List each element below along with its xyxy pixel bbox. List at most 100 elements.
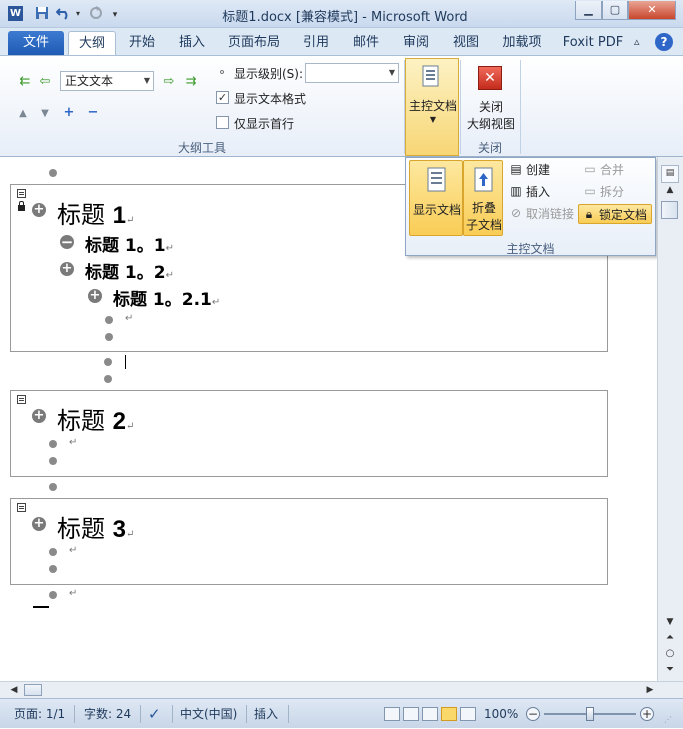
heading-1-1-2-1[interactable]: 标题 1。2.1↵ bbox=[113, 285, 220, 310]
horizontal-scroll-thumb[interactable] bbox=[24, 684, 42, 696]
scroll-up-arrow[interactable]: ▲ bbox=[661, 183, 679, 197]
resize-grip-icon[interactable]: ⋰ bbox=[664, 715, 674, 725]
split-subdocument-button[interactable]: ▭ 拆分 bbox=[580, 182, 624, 202]
merge-icon: ▭ bbox=[584, 162, 596, 176]
word-count[interactable]: 字数: 24 bbox=[84, 699, 131, 729]
page-count[interactable]: 页面: 1/1 bbox=[14, 699, 65, 729]
body-text-bullet bbox=[49, 440, 57, 448]
demote-icon[interactable]: ⇨ bbox=[162, 74, 176, 90]
scroll-right-arrow[interactable]: ▶ bbox=[644, 683, 656, 697]
move-down-icon[interactable]: ▼ bbox=[38, 106, 52, 122]
expand-plus-icon[interactable]: + bbox=[32, 409, 46, 423]
expand-plus-icon[interactable]: + bbox=[88, 289, 102, 303]
select-browse-object-icon[interactable]: ○ bbox=[661, 647, 679, 661]
show-first-line-checkbox[interactable] bbox=[216, 116, 229, 129]
zoom-out-icon[interactable]: − bbox=[526, 707, 540, 721]
tab-view[interactable]: 视图 bbox=[444, 31, 488, 55]
subdocument-3[interactable]: + 标题 3↵ ↵ bbox=[10, 498, 608, 585]
expand-plus-icon[interactable]: + bbox=[60, 262, 74, 276]
outline-level-select[interactable]: 正文文本 ▼ bbox=[60, 71, 154, 91]
customize-qat-icon[interactable]: ▾ bbox=[110, 7, 120, 23]
chevron-down-icon: ▼ bbox=[429, 115, 437, 124]
promote-to-heading1-icon[interactable]: ⇇ bbox=[16, 74, 34, 90]
unlink-subdocument-button[interactable]: ⊘ 取消链接 bbox=[506, 204, 574, 224]
insert-subdocument-button[interactable]: ▥ 插入 bbox=[506, 182, 550, 202]
insert-mode-indicator[interactable]: 插入 bbox=[254, 699, 278, 729]
body-text-bullet bbox=[49, 548, 57, 556]
create-subdocument-button[interactable]: ▤ 创建 bbox=[506, 160, 550, 180]
lock-document-button[interactable]: 🔒︎ 锁定文档 bbox=[578, 204, 652, 224]
collapse-icon[interactable]: − bbox=[86, 105, 100, 121]
move-up-icon[interactable]: ▲ bbox=[16, 106, 30, 122]
proofing-icon[interactable]: ✓ bbox=[148, 699, 161, 729]
ruler-toggle-icon[interactable]: ▤ bbox=[661, 165, 679, 183]
collapse-subdocuments-button[interactable]: 折叠 子文档 bbox=[463, 160, 503, 236]
heading-3[interactable]: 标题 3↵ bbox=[57, 509, 134, 544]
outline-tools-group-label: 大纲工具 bbox=[177, 141, 226, 155]
web-layout-view-icon[interactable] bbox=[422, 707, 438, 721]
language-indicator[interactable]: 中文(中国) bbox=[180, 699, 237, 729]
collapse-minus-icon[interactable]: − bbox=[60, 235, 74, 250]
show-level-icon: ⚬ bbox=[217, 66, 227, 79]
expand-icon[interactable]: + bbox=[62, 105, 76, 121]
tab-mailings[interactable]: 邮件 bbox=[344, 31, 388, 55]
print-layout-view-icon[interactable] bbox=[384, 707, 400, 721]
undo-icon[interactable] bbox=[55, 6, 72, 22]
scroll-left-arrow[interactable]: ◀ bbox=[8, 683, 20, 697]
status-separator bbox=[140, 705, 141, 723]
expand-plus-icon[interactable]: + bbox=[32, 203, 46, 217]
subdocument-2[interactable]: + 标题 2↵ ↵ bbox=[10, 390, 608, 477]
help-icon[interactable]: ? bbox=[655, 33, 673, 51]
full-screen-reading-view-icon[interactable] bbox=[403, 707, 419, 721]
close-window-button[interactable]: ✕ bbox=[628, 1, 676, 20]
previous-page-icon[interactable]: ⏶ bbox=[661, 631, 679, 645]
zoom-level[interactable]: 100% bbox=[484, 699, 518, 729]
subdocument-icon[interactable] bbox=[17, 503, 26, 512]
tab-outline[interactable]: 大纲 bbox=[68, 31, 116, 55]
show-level-select[interactable]: ▼ bbox=[305, 63, 399, 83]
promote-icon[interactable]: ⇦ bbox=[38, 74, 52, 90]
maximize-button[interactable]: ▢ bbox=[602, 1, 628, 20]
tab-addins[interactable]: 加载项 bbox=[496, 31, 548, 55]
demote-to-body-text-icon[interactable]: ⇉ bbox=[182, 74, 200, 90]
tab-references[interactable]: 引用 bbox=[294, 31, 338, 55]
tab-insert[interactable]: 插入 bbox=[170, 31, 214, 55]
close-outline-view-button[interactable]: ✕ 关闭 大纲视图 bbox=[466, 62, 516, 132]
tab-file[interactable]: 文件 bbox=[8, 31, 64, 55]
heading-1-1-2[interactable]: 标题 1。2↵ bbox=[85, 258, 174, 283]
outline-level-value: 正文文本 bbox=[65, 74, 114, 88]
scroll-down-arrow[interactable]: ▼ bbox=[661, 615, 679, 629]
vertical-scrollbar[interactable]: ▤ ▲ ▼ ⏶ ○ ⏷ bbox=[657, 157, 683, 681]
paragraph-mark: ↵ bbox=[69, 588, 78, 599]
heading-2[interactable]: 标题 2↵ bbox=[57, 401, 134, 436]
subdocument-icon[interactable] bbox=[17, 395, 26, 404]
tab-foxit-pdf[interactable]: Foxit PDF bbox=[556, 31, 630, 55]
show-document-button[interactable]: 显示文档 bbox=[409, 160, 463, 236]
next-page-icon[interactable]: ⏷ bbox=[661, 663, 679, 677]
draft-view-icon[interactable] bbox=[460, 707, 476, 721]
subdocument-icon[interactable] bbox=[17, 189, 26, 198]
horizontal-scrollbar[interactable]: ◀ ▶ bbox=[0, 681, 683, 698]
expand-plus-icon[interactable]: + bbox=[32, 517, 46, 531]
heading-1-1[interactable]: 标题 1↵ bbox=[57, 195, 134, 230]
save-icon[interactable] bbox=[34, 6, 50, 22]
tab-page-layout[interactable]: 页面布局 bbox=[222, 31, 286, 55]
ribbon-minimize-icon[interactable]: ▵ bbox=[634, 35, 648, 48]
status-separator bbox=[288, 705, 289, 723]
zoom-slider-thumb[interactable] bbox=[586, 707, 594, 721]
word-app-icon[interactable]: W bbox=[8, 6, 23, 21]
minimize-button[interactable]: ▁ bbox=[575, 1, 602, 20]
master-document-button[interactable]: 主控文档 ▼ bbox=[405, 58, 459, 156]
merge-subdocument-button[interactable]: ▭ 合并 bbox=[580, 160, 624, 180]
redo-icon[interactable] bbox=[88, 6, 104, 22]
vertical-scroll-thumb[interactable] bbox=[661, 201, 678, 219]
tab-review[interactable]: 审阅 bbox=[394, 31, 438, 55]
outline-view-icon[interactable] bbox=[441, 707, 457, 721]
tab-home[interactable]: 开始 bbox=[120, 31, 164, 55]
undo-dropdown-icon[interactable]: ▾ bbox=[74, 6, 82, 22]
body-text-bullet bbox=[49, 483, 57, 491]
heading-1-1-1[interactable]: 标题 1。1↵ bbox=[85, 231, 174, 256]
show-text-format-checkbox[interactable]: ✓ bbox=[216, 91, 229, 104]
zoom-in-icon[interactable]: + bbox=[640, 707, 654, 721]
master-document-popup: 显示文档 折叠 子文档 ▤ 创建 ▥ 插入 ⊘ 取消链接 ▭ 合并 ▭ 拆分 🔒︎ 锁定文档… bbox=[405, 157, 656, 256]
